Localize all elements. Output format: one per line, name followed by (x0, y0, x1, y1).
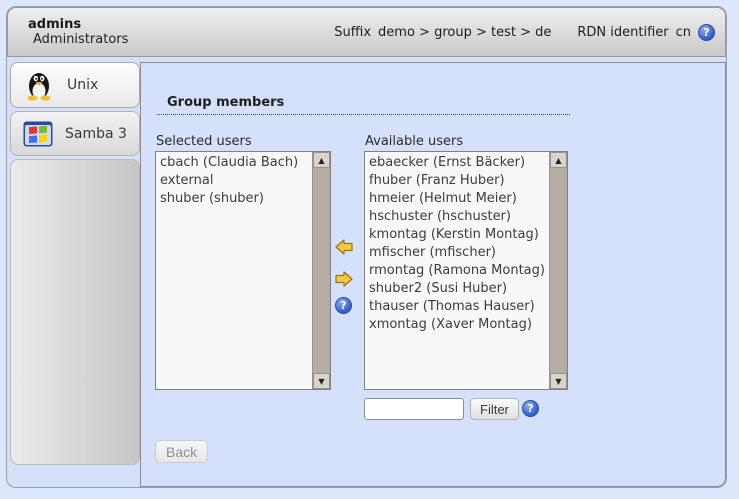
lam-group-edit-window: admins Administrators Suffix demo > grou… (0, 0, 739, 499)
suffix-label: Suffix (334, 25, 371, 40)
available-user-option[interactable]: kmontag (Kerstin Montag) (365, 226, 549, 244)
back-button[interactable]: Back (155, 440, 208, 463)
suffix-value: demo > group > test > de (378, 25, 551, 40)
selected-users-listbox[interactable]: cbach (Claudia Bach)externalshuber (shub… (155, 151, 331, 390)
selected-user-option[interactable]: shuber (shuber) (156, 190, 312, 208)
header-bar: admins Administrators Suffix demo > grou… (7, 7, 726, 57)
available-user-option[interactable]: hmeier (Helmut Meier) (365, 190, 549, 208)
available-users-scrollbar[interactable]: ▲ ▼ (549, 152, 567, 389)
scroll-up-icon[interactable]: ▲ (550, 152, 567, 168)
available-user-option[interactable]: shuber2 (Susi Huber) (365, 280, 549, 298)
windows-logo-icon (23, 121, 53, 147)
add-to-selected-button[interactable] (334, 238, 354, 256)
tab-content-panel: Group members Selected users Available u… (140, 62, 726, 487)
scrollbar-track[interactable] (313, 168, 330, 373)
rdn-label: RDN identifier (577, 25, 668, 40)
members-help-icon[interactable]: ? (335, 297, 352, 314)
section-title: Group members (157, 95, 570, 115)
selected-user-option[interactable]: cbach (Claudia Bach) (156, 154, 312, 172)
sidebar-filler-panel (10, 159, 140, 465)
available-user-option[interactable]: rmontag (Ramona Montag) (365, 262, 549, 280)
filter-button[interactable]: Filter (470, 398, 519, 420)
scroll-down-icon[interactable]: ▼ (313, 373, 330, 389)
tab-samba3-label: Samba 3 (65, 126, 127, 142)
tab-samba3[interactable]: Samba 3 (10, 111, 140, 156)
rdn-help-icon[interactable]: ? (698, 24, 715, 41)
available-users-listbox[interactable]: ebaecker (Ernst Bäcker)fhuber (Franz Hub… (364, 151, 568, 390)
selected-users-scrollbar[interactable]: ▲ ▼ (312, 152, 330, 389)
tux-penguin-icon (23, 69, 55, 101)
available-users-label: Available users (365, 134, 463, 149)
account-name: admins (28, 17, 128, 32)
available-user-option[interactable]: fhuber (Franz Huber) (365, 172, 549, 190)
rdn-value[interactable]: cn (676, 25, 691, 40)
available-users-options: ebaecker (Ernst Bäcker)fhuber (Franz Hub… (365, 152, 549, 389)
selected-users-label: Selected users (156, 134, 252, 149)
scroll-up-icon[interactable]: ▲ (313, 152, 330, 168)
account-description: Administrators (33, 32, 128, 47)
tab-unix[interactable]: Unix (10, 62, 140, 108)
scrollbar-track[interactable] (550, 168, 567, 373)
remove-from-selected-button[interactable] (334, 270, 354, 288)
filter-input[interactable] (364, 398, 464, 420)
account-title-block: admins Administrators (28, 17, 128, 47)
available-user-option[interactable]: thauser (Thomas Hauser) (365, 298, 549, 316)
available-user-option[interactable]: xmontag (Xaver Montag) (365, 316, 549, 334)
available-user-option[interactable]: mfischer (mfischer) (365, 244, 549, 262)
available-user-option[interactable]: hschuster (hschuster) (365, 208, 549, 226)
header-meta: Suffix demo > group > test > de RDN iden… (334, 24, 715, 41)
scroll-down-icon[interactable]: ▼ (550, 373, 567, 389)
tab-unix-label: Unix (67, 77, 98, 93)
available-user-option[interactable]: ebaecker (Ernst Bäcker) (365, 154, 549, 172)
filter-help-icon[interactable]: ? (522, 400, 539, 417)
main-container: admins Administrators Suffix demo > grou… (6, 6, 727, 488)
selected-users-options: cbach (Claudia Bach)externalshuber (shub… (156, 152, 312, 389)
selected-user-option[interactable]: external (156, 172, 312, 190)
